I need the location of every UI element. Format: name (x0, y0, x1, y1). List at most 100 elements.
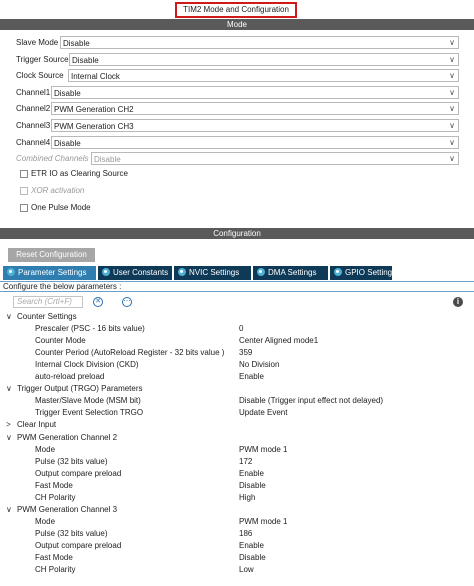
mode-field-label: Channel3 (16, 121, 51, 130)
chevron-down-icon: ∨ (449, 87, 455, 97)
info-icon[interactable]: i (453, 297, 463, 307)
gear-icon (257, 268, 265, 276)
param-name: CH Polarity (35, 492, 76, 502)
chevron-down-icon[interactable]: ∨ (6, 384, 12, 393)
tree-param-row[interactable]: auto-reload preload Enable (0, 371, 474, 383)
chevron-down-icon: ∨ (449, 121, 455, 130)
param-name: CH Polarity (35, 565, 76, 575)
param-value[interactable]: PWM mode 1 (239, 445, 287, 454)
clear-search-icon[interactable]: ✕ (93, 297, 103, 307)
mode-checkbox-row[interactable]: ETR IO as Clearing Source (0, 167, 474, 181)
reset-configuration-button[interactable]: Reset Configuration (8, 248, 95, 262)
tree-group[interactable]: ∨ Counter Settings (0, 311, 474, 323)
mode-field-row: Channel2 PWM Generation CH2 ∨ (0, 102, 474, 116)
mode-field-value: PWM Generation CH3 (54, 122, 134, 131)
checkbox (20, 187, 28, 195)
tree-param-row[interactable]: Pulse (32 bits value) 186 (0, 528, 474, 540)
param-name: Master/Slave Mode (MSM bit) (35, 396, 141, 406)
tab-nvic-settings[interactable]: NVIC Settings (174, 266, 252, 280)
param-value[interactable]: Enable (239, 372, 264, 381)
param-value[interactable]: Disable (239, 553, 266, 562)
tree-param-row[interactable]: Trigger Event Selection TRGO Update Event (0, 407, 474, 419)
mode-checkbox-row: XOR activation (0, 184, 474, 198)
param-value[interactable]: Disable (Trigger input effect not delaye… (239, 396, 383, 405)
mode-section-header: Mode (0, 19, 474, 30)
mode-field-select[interactable]: PWM Generation CH3 ∨ (51, 119, 459, 132)
mode-checkbox-row[interactable]: One Pulse Mode (0, 201, 474, 215)
tree-group[interactable]: ∨ PWM Generation Channel 3 (0, 504, 474, 516)
search-input[interactable]: Search (Crtl+F) (13, 296, 83, 308)
chevron-down-icon: ∨ (449, 71, 455, 81)
mode-field-select[interactable]: Disable ∨ (51, 85, 459, 99)
checkbox[interactable] (20, 204, 28, 212)
param-value[interactable]: Enable (239, 541, 264, 550)
chevron-down-icon[interactable]: ∨ (6, 433, 12, 442)
tab-parameter-settings[interactable]: Parameter Settings (3, 266, 97, 280)
param-value[interactable]: No Division (239, 360, 279, 369)
chevron-down-icon[interactable]: ∨ (6, 505, 12, 514)
mode-field-select[interactable]: Disable ∨ (69, 52, 459, 66)
chevron-down-icon[interactable]: ∨ (6, 312, 12, 321)
chevron-right-icon[interactable]: > (6, 420, 11, 429)
tree-group[interactable]: ∨ Trigger Output (TRGO) Parameters (0, 383, 474, 395)
mode-field-select[interactable]: Disable ∨ (60, 36, 459, 49)
param-name: Fast Mode (35, 553, 73, 562)
param-value[interactable]: PWM mode 1 (239, 517, 287, 526)
tab-dma-settings[interactable]: DMA Settings (253, 266, 329, 280)
tree-param-row[interactable]: Output compare preload Enable (0, 468, 474, 480)
checkbox[interactable] (20, 170, 28, 178)
tab-gpio-settings[interactable]: GPIO Settings (330, 266, 397, 280)
mode-field-row: Channel1 Disable ∨ (0, 85, 474, 100)
mode-field-value: Internal Clock (71, 72, 120, 82)
mode-field-label: Slave Mode (16, 38, 59, 47)
title-bar: TIM2 Mode and Configuration (0, 0, 474, 19)
param-value[interactable]: 186 (239, 529, 252, 538)
tree-param-row[interactable]: CH Polarity High (0, 492, 474, 504)
mode-field-value: Disable (54, 88, 81, 98)
tree-param-row[interactable]: Counter Mode Center Aligned mode1 (0, 335, 474, 347)
mode-field-select[interactable]: Disable ∨ (51, 135, 459, 149)
gear-icon (7, 268, 15, 276)
tree-group[interactable]: > Clear Input (0, 419, 474, 431)
param-value[interactable]: High (239, 493, 255, 502)
mode-field-value: Disable (54, 138, 81, 148)
tree-param-row[interactable]: Mode PWM mode 1 (0, 516, 474, 528)
window-title: TIM2 Mode and Configuration (175, 2, 297, 18)
tree-param-row[interactable]: CH Polarity Low (0, 564, 474, 576)
param-value[interactable]: Update Event (239, 408, 287, 417)
checkbox-label: ETR IO as Clearing Source (31, 169, 128, 178)
gear-icon (178, 268, 186, 276)
param-value[interactable]: Low (239, 565, 254, 574)
chevron-down-icon: ∨ (449, 38, 455, 47)
search-options-icon[interactable]: ⋯ (122, 297, 132, 307)
param-value[interactable]: 359 (239, 348, 252, 357)
tab-label: NVIC Settings (189, 268, 240, 277)
config-tabs: Parameter Settings User Constants NVIC Set… (3, 266, 473, 280)
tree-param-row[interactable]: Fast Mode Disable (0, 552, 474, 564)
gear-icon (102, 268, 110, 276)
param-value[interactable]: Center Aligned mode1 (239, 336, 318, 345)
tree-param-row[interactable]: Counter Period (AutoReload Register - 32… (0, 347, 474, 359)
tree-param-row[interactable]: Mode PWM mode 1 (0, 444, 474, 456)
chevron-down-icon: ∨ (449, 54, 455, 64)
tab-user-constants[interactable]: User Constants (98, 266, 173, 280)
chevron-down-icon: ∨ (449, 137, 455, 147)
tree-param-row[interactable]: Internal Clock Division (CKD) No Division (0, 359, 474, 371)
mode-field-row: Slave Mode Disable ∨ (0, 36, 474, 50)
tree-param-row[interactable]: Prescaler (PSC - 16 bits value) 0 (0, 323, 474, 335)
mode-field-select[interactable]: Internal Clock ∨ (68, 69, 459, 83)
tree-param-row[interactable]: Fast Mode Disable (0, 480, 474, 492)
tree-group[interactable]: ∨ PWM Generation Channel 2 (0, 432, 474, 444)
tree-param-row[interactable]: Master/Slave Mode (MSM bit) Disable (Trig… (0, 395, 474, 407)
tab-label: GPIO Settings (345, 268, 397, 277)
param-value[interactable]: 0 (239, 324, 243, 333)
mode-field-select[interactable]: PWM Generation CH2 ∨ (51, 102, 459, 116)
param-name: auto-reload preload (35, 372, 105, 382)
param-value[interactable]: 172 (239, 457, 252, 466)
tab-label: User Constants (113, 268, 169, 277)
tree-param-row[interactable]: Pulse (32 bits value) 172 (0, 456, 474, 468)
param-value[interactable]: Enable (239, 469, 264, 478)
param-value[interactable]: Disable (239, 481, 266, 490)
tree-param-row[interactable]: Output compare preload Enable (0, 540, 474, 552)
tab-label: Parameter Settings (18, 268, 87, 277)
